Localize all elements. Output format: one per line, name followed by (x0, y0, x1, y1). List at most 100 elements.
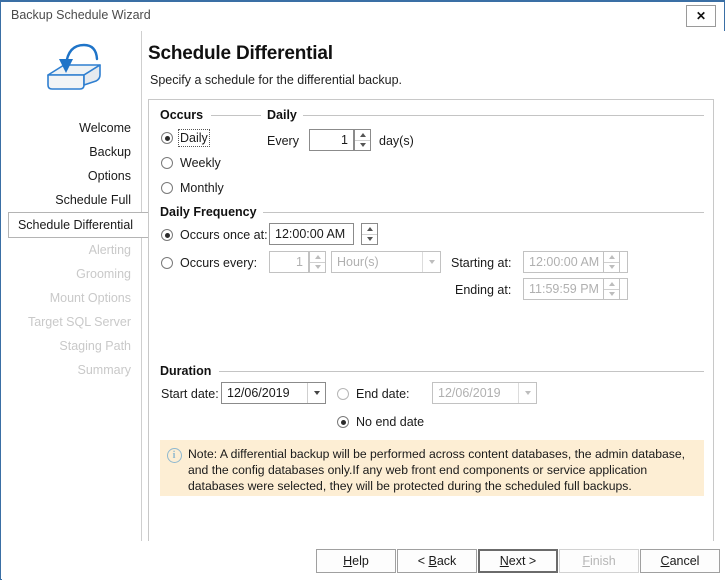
radio-occurs-monthly-label: Monthly (180, 181, 224, 195)
title-bar: Backup Schedule Wizard ✕ (1, 2, 724, 30)
start-date-value: 12/06/2019 (227, 386, 290, 400)
sidebar-item-grooming: Grooming (76, 267, 131, 281)
radio-occurs-daily-label: Daily (178, 129, 210, 147)
back-button[interactable]: < Back (397, 549, 477, 573)
radio-occurs-weekly-indicator (161, 157, 173, 169)
sidebar-item-options[interactable]: Options (2, 164, 142, 188)
sidebar-item-schedule-differential[interactable]: Schedule Differential (8, 212, 148, 238)
window-title: Backup Schedule Wizard (11, 8, 151, 22)
radio-occurs-once-at-indicator (161, 229, 173, 241)
schedule-form-panel: Occurs Daily Weekly Monthly Daily Every … (148, 99, 714, 564)
occurs-every-interval-stepper-down[interactable] (310, 261, 325, 273)
occurs-once-time-stepper[interactable] (361, 223, 378, 245)
radio-occurs-every[interactable]: Occurs every: (161, 256, 257, 270)
end-date-value: 12/06/2019 (438, 386, 501, 400)
occurs-once-time-stepper-up[interactable] (362, 224, 377, 234)
interval-unit-dropdown[interactable]: Hour(s) (331, 251, 441, 273)
duration-group-label: Duration (160, 364, 218, 378)
sidebar-item-alerting: Alerting (88, 243, 131, 257)
radio-end-date-label: End date: (356, 387, 410, 401)
starting-at-stepper-up[interactable] (604, 252, 619, 262)
daily-group-rule (301, 115, 704, 116)
page-subtitle: Specify a schedule for the differential … (150, 73, 403, 87)
ending-at-label: Ending at: (455, 283, 512, 297)
radio-occurs-monthly[interactable]: Monthly (161, 181, 224, 195)
occurs-once-time-stepper-down[interactable] (362, 233, 377, 245)
interval-unit-value: Hour(s) (337, 255, 379, 269)
radio-end-date[interactable]: End date: (337, 387, 410, 401)
info-icon: i (160, 440, 188, 496)
starting-at-label: Starting at: (451, 256, 512, 270)
wizard-step-list: Welcome Backup Options Schedule Full Sch… (2, 116, 148, 382)
days-unit-label: day(s) (379, 134, 414, 148)
ending-at-stepper-down[interactable] (604, 288, 619, 300)
chevron-down-icon (359, 143, 366, 148)
close-icon[interactable]: ✕ (686, 5, 716, 27)
chevron-down-icon (518, 383, 536, 403)
radio-occurs-once-at[interactable]: Occurs once at: (161, 228, 268, 242)
occurs-once-time-input[interactable]: 12:00:00 AM (269, 223, 354, 245)
occurs-every-interval-input[interactable]: 1 (269, 251, 309, 273)
info-note: i Note: A differential backup will be pe… (160, 440, 704, 496)
radio-occurs-daily[interactable]: Daily (161, 129, 210, 147)
radio-occurs-monthly-indicator (161, 182, 173, 194)
start-date-picker[interactable]: 12/06/2019 (221, 382, 326, 404)
starting-at-stepper[interactable] (603, 251, 620, 273)
info-note-text: Note: A differential backup will be perf… (188, 447, 686, 493)
daily-frequency-group-rule (255, 212, 704, 213)
end-date-picker[interactable]: 12/06/2019 (432, 382, 537, 404)
chevron-up-icon (608, 254, 615, 259)
ending-at-stepper-up[interactable] (604, 279, 619, 289)
daily-frequency-group-label: Daily Frequency (160, 205, 263, 219)
radio-occurs-weekly[interactable]: Weekly (161, 156, 221, 170)
chevron-up-icon (314, 254, 321, 259)
radio-no-end-date[interactable]: No end date (337, 415, 424, 429)
chevron-down-icon (314, 265, 321, 270)
sidebar-item-backup[interactable]: Backup (2, 140, 142, 164)
chevron-up-icon (608, 281, 615, 286)
chevron-up-icon (359, 132, 366, 137)
sidebar-item-summary: Summary (77, 363, 131, 377)
chevron-down-icon (366, 237, 373, 242)
chevron-down-icon (422, 252, 440, 272)
every-days-stepper-down[interactable] (355, 139, 370, 151)
backup-schedule-wizard-window: Backup Schedule Wizard ✕ Welcome Backup … (0, 0, 725, 581)
occurs-every-interval-stepper[interactable] (309, 251, 326, 273)
chevron-down-icon (608, 292, 615, 297)
sidebar-item-welcome[interactable]: Welcome (2, 116, 142, 140)
start-date-label: Start date: (161, 387, 219, 401)
chevron-up-icon (366, 226, 373, 231)
radio-no-end-date-label: No end date (356, 415, 425, 429)
sidebar-item-target-sql-server: Target SQL Server (27, 315, 131, 329)
occurs-group-rule (211, 115, 261, 116)
page-title: Schedule Differential (148, 43, 333, 64)
finish-button: Finish (559, 549, 639, 573)
next-button[interactable]: Next > (478, 549, 558, 573)
chevron-down-icon (307, 383, 325, 403)
every-days-stepper[interactable] (354, 129, 371, 151)
cancel-button[interactable]: Cancel (640, 549, 720, 573)
radio-end-date-indicator (337, 388, 349, 400)
help-button[interactable]: HHelpelp (316, 549, 396, 573)
radio-occurs-weekly-label: Weekly (180, 156, 221, 170)
radio-no-end-date-indicator (337, 416, 349, 428)
occurs-every-interval-stepper-up[interactable] (310, 252, 325, 262)
radio-occurs-every-indicator (161, 257, 173, 269)
ending-at-stepper[interactable] (603, 278, 620, 300)
chevron-down-icon (608, 265, 615, 270)
wizard-content-pane: Schedule Differential Specify a schedule… (142, 31, 725, 564)
backup-box-arrow-icon (34, 39, 114, 101)
every-label: Every (267, 134, 299, 148)
sidebar-item-schedule-full[interactable]: Schedule Full (2, 188, 142, 212)
starting-at-stepper-down[interactable] (604, 261, 619, 273)
every-days-input[interactable]: 1 (309, 129, 354, 151)
sidebar-item-mount-options: Mount Options (49, 291, 131, 305)
every-days-stepper-up[interactable] (355, 130, 370, 140)
daily-group-label: Daily (267, 108, 303, 122)
radio-occurs-once-at-label: Occurs once at: (180, 228, 268, 242)
occurs-group-label: Occurs (160, 108, 210, 122)
radio-occurs-every-label: Occurs every: (180, 256, 258, 270)
radio-occurs-daily-indicator (161, 132, 173, 144)
wizard-button-bar: HHelpelp < Back Next > Finish Cancel (2, 541, 725, 581)
wizard-sidebar: Welcome Backup Options Schedule Full Sch… (2, 31, 148, 541)
